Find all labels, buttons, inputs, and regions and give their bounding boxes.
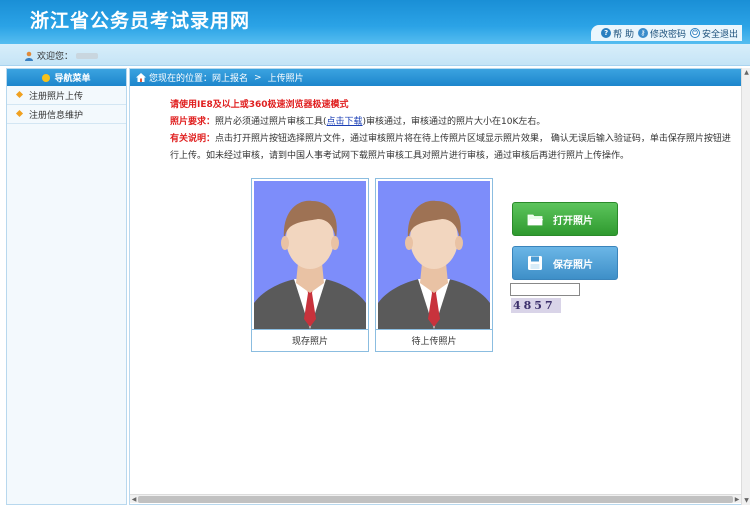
person-placeholder-icon: [378, 200, 490, 329]
pending-photo-box: 待上传照片: [375, 178, 493, 352]
sidebar-item-label: 注册照片上传: [29, 91, 84, 102]
current-photo: [254, 181, 366, 329]
current-photo-box: 现存照片: [251, 178, 369, 352]
power-icon: ⏻: [689, 28, 700, 38]
sidebar-item-info-maintenance[interactable]: 注册信息维护: [7, 105, 126, 124]
user-icon: [25, 51, 33, 61]
bullet-icon: [15, 90, 24, 99]
folder-open-icon: [527, 214, 543, 226]
scroll-up-icon[interactable]: ▲: [742, 68, 750, 77]
welcome-bar: 欢迎您：: [0, 44, 750, 66]
sidebar: 导航菜单 注册照片上传 注册信息维护: [6, 68, 127, 505]
pending-photo-caption: 待上传照片: [376, 329, 492, 351]
main-panel: 您现在的位置：网上报名 > 上传照片 请使用IE8及以上或360极速浏览器极速模…: [129, 68, 744, 505]
save-photo-button[interactable]: 保存照片: [512, 246, 618, 280]
header-banner: 浙江省公务员考试录用网 ? 帮 助 ⚷ 修改密码 ⏻ 安全退出: [0, 0, 750, 44]
scroll-right-icon[interactable]: ▶: [733, 495, 741, 504]
scroll-left-icon[interactable]: ◀: [130, 495, 138, 504]
sidebar-item-photo-upload[interactable]: 注册照片上传: [7, 86, 126, 105]
site-title: 浙江省公务员考试录用网: [30, 10, 251, 32]
bullet-icon: [15, 109, 24, 118]
captcha-image[interactable]: 4857: [511, 298, 561, 313]
horizontal-scroll-thumb[interactable]: [138, 496, 733, 503]
breadcrumb-prefix: 您现在的位置：网上报名: [149, 74, 249, 84]
help-label: 帮 助: [613, 29, 634, 40]
related-text: 点击打开照片按钮选择照片文件，通过审核照片将在待上传照片区域显示照片效果， 确认…: [170, 134, 731, 161]
logout-link[interactable]: ⏻ 安全退出: [689, 27, 738, 40]
horizontal-scrollbar[interactable]: ◀ ▶: [130, 494, 741, 503]
person-placeholder-icon: [254, 200, 366, 329]
logout-label: 安全退出: [701, 29, 738, 40]
breadcrumb: 您现在的位置：网上报名 > 上传照片: [130, 69, 743, 86]
photo-requirement-text-1: 照片必须通过照片审核工具(: [215, 117, 327, 127]
change-password-link[interactable]: ⚷ 修改密码: [637, 27, 686, 40]
top-links: ? 帮 助 ⚷ 修改密码 ⏻ 安全退出: [591, 25, 742, 41]
help-icon: ?: [601, 28, 612, 38]
save-disk-icon: [528, 256, 542, 270]
change-password-label: 修改密码: [649, 29, 686, 40]
photo-requirement: 照片要求：照片必须通过照片审核工具(点击下载)审核通过，审核通过的照片大小在10…: [170, 114, 732, 131]
key-icon: ⚷: [637, 28, 648, 38]
welcome-label: 欢迎您：: [37, 52, 74, 62]
vertical-scrollbar[interactable]: ▲ ▼: [741, 68, 750, 505]
help-link[interactable]: ? 帮 助: [601, 27, 634, 40]
breadcrumb-current: 上传照片: [267, 74, 304, 84]
save-photo-label: 保存照片: [553, 259, 593, 271]
scroll-down-icon[interactable]: ▼: [742, 496, 750, 505]
related-notes: 有关说明：点击打开照片按钮选择照片文件，通过审核照片将在待上传照片区域显示照片效…: [170, 131, 732, 165]
home-icon: [136, 73, 146, 82]
nav-header: 导航菜单: [7, 69, 126, 86]
open-photo-label: 打开照片: [553, 215, 593, 227]
current-photo-caption: 现存照片: [252, 329, 368, 351]
breadcrumb-separator: >: [254, 72, 262, 83]
welcome: 欢迎您：: [24, 49, 99, 62]
download-tool-link[interactable]: 点击下载: [327, 117, 363, 127]
photo-requirement-text-2: )审核通过，审核通过的照片大小在10K左右。: [362, 117, 546, 127]
instructions: 请使用IE8及以上或360极速浏览器极速模式 照片要求：照片必须通过照片审核工具…: [170, 97, 732, 165]
nav-title: 导航菜单: [54, 74, 91, 84]
menu-circle-icon: [42, 73, 51, 82]
browser-tip: 请使用IE8及以上或360极速浏览器极速模式: [170, 100, 349, 110]
pending-photo: [378, 181, 490, 329]
sidebar-item-label: 注册信息维护: [29, 110, 84, 121]
username-redacted: [76, 52, 99, 59]
photo-requirement-label: 照片要求：: [170, 117, 216, 127]
related-label: 有关说明：: [170, 134, 216, 144]
open-photo-button[interactable]: 打开照片: [512, 202, 618, 236]
captcha-input[interactable]: [510, 283, 580, 296]
